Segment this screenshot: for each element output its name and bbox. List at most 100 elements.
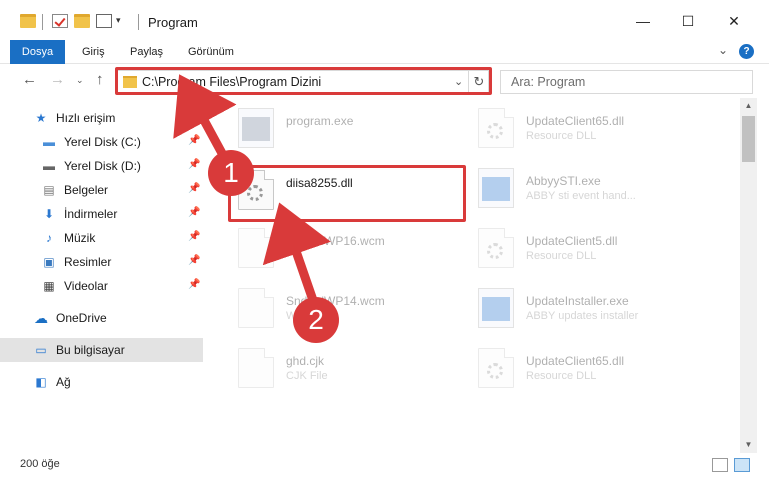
tab-share[interactable]: Paylaş: [120, 40, 173, 64]
step-badge-2: 2: [293, 297, 339, 343]
pin-icon[interactable]: 📌: [188, 231, 200, 242]
forward-arrow-icon[interactable]: →: [50, 71, 65, 88]
sidebar-item-label: Hızlı erişim: [56, 111, 116, 125]
file-item[interactable]: ghd.cjk CJK File: [238, 346, 468, 394]
step-badge-1: 1: [208, 150, 254, 196]
music-icon: ♪: [46, 231, 52, 245]
file-item[interactable]: UpdateClient65.dll Resource DLL: [478, 106, 708, 154]
status-bar: 200 öğe: [0, 453, 769, 477]
sidebar-item-label: İndirmeler: [64, 207, 118, 221]
document-file-icon: [238, 288, 274, 328]
sidebar-item-this-pc[interactable]: ▭ Bu bilgisayar: [0, 338, 203, 362]
sidebar-item-videos[interactable]: ▦ Videolar 📌: [0, 274, 203, 298]
pin-icon[interactable]: 📌: [188, 135, 200, 146]
folder-icon: [20, 14, 36, 28]
sidebar-item-downloads[interactable]: ⬇ İndirmeler 📌: [0, 202, 203, 226]
sidebar-item-onedrive[interactable]: ☁ OneDrive: [0, 306, 203, 330]
back-arrow-icon[interactable]: ←: [22, 71, 37, 88]
vertical-scrollbar[interactable]: ▲ ▼: [740, 98, 757, 453]
expand-ribbon-icon[interactable]: ⌄: [718, 43, 728, 57]
help-icon[interactable]: ?: [739, 44, 754, 59]
properties-check-icon[interactable]: [52, 14, 68, 28]
tab-view[interactable]: Görünüm: [178, 40, 244, 64]
search-input[interactable]: Ara: Program: [511, 75, 585, 89]
navigation-pane: ★ Hızlı erişim ▬ Yerel Disk (C:) 📌 ▬ Yer…: [0, 98, 210, 453]
pin-icon[interactable]: 📌: [188, 279, 200, 290]
computer-icon: ▭: [35, 343, 47, 357]
sidebar-item-disk-d[interactable]: ▬ Yerel Disk (D:) 📌: [0, 154, 203, 178]
scroll-thumb[interactable]: [742, 116, 755, 162]
star-icon: ★: [35, 111, 47, 125]
ribbon-tabs: Dosya Giriş Paylaş Görünüm ⌄ ?: [0, 40, 769, 64]
sidebar-item-label: Yerel Disk (C:): [64, 135, 141, 149]
file-item[interactable]: SndVolWP14.wcm WCM: [238, 286, 468, 334]
sidebar-item-network[interactable]: ◧ Ağ: [0, 370, 203, 394]
file-name: SndVolWP16.wcm: [286, 234, 385, 248]
sidebar-item-documents[interactable]: ▤ Belgeler 📌: [0, 178, 203, 202]
document-file-icon: [238, 348, 274, 388]
address-bar-highlight: [115, 67, 492, 95]
file-item[interactable]: program.exe: [238, 106, 468, 154]
document-file-icon: [238, 228, 274, 268]
sidebar-item-quick-access[interactable]: ★ Hızlı erişim: [0, 106, 203, 130]
title-bar: ▾ Program — ☐ ✕: [0, 0, 769, 40]
file-item[interactable]: AbbyySTI.exe ABBY sti event hand...: [478, 166, 708, 214]
file-item[interactable]: UpdateInstaller.exe ABBY updates install…: [478, 286, 708, 334]
sidebar-item-label: Belgeler: [64, 183, 109, 197]
sidebar-item-label: OneDrive: [56, 311, 107, 325]
file-name: UpdateClient65.dll: [526, 114, 625, 128]
file-list: program.exe diisa8255.dll SndVolWP16.wcm…: [210, 98, 740, 453]
file-type: CJK File: [286, 370, 328, 382]
large-icons-view-icon[interactable]: [734, 458, 750, 472]
sidebar-item-label: Müzik: [64, 231, 96, 245]
scroll-up-arrow-icon[interactable]: ▲: [740, 98, 757, 114]
maximize-button[interactable]: ☐: [665, 6, 711, 36]
exe-file-icon: [478, 288, 514, 328]
minimize-button[interactable]: —: [620, 6, 666, 36]
file-name: UpdateClient65.dll: [526, 354, 625, 368]
new-folder-icon[interactable]: [74, 14, 90, 28]
file-item[interactable]: SndVolWP16.wcm: [238, 226, 468, 274]
download-icon: ⬇: [43, 207, 55, 221]
sidebar-item-pictures[interactable]: ▣ Resimler 📌: [0, 250, 203, 274]
cloud-icon: ☁: [34, 310, 48, 326]
dll-file-icon: [478, 228, 514, 268]
file-name: ghd.cjk: [286, 354, 325, 368]
pin-icon[interactable]: 📌: [188, 207, 200, 218]
sidebar-item-label: Ağ: [56, 375, 71, 389]
sidebar-item-music[interactable]: ♪ Müzik 📌: [0, 226, 203, 250]
file-type: Resource DLL: [526, 370, 597, 382]
customize-toolbar-icon[interactable]: [96, 14, 112, 28]
file-type: Resource DLL: [526, 250, 597, 262]
chevron-down-icon[interactable]: ▾: [116, 15, 121, 26]
file-highlight: [228, 165, 466, 222]
quick-access-separator: [42, 14, 43, 30]
details-view-icon[interactable]: [712, 458, 728, 472]
pin-icon[interactable]: 📌: [188, 183, 200, 194]
file-name: UpdateClient5.dll: [526, 234, 618, 248]
sidebar-item-label: Bu bilgisayar: [56, 343, 125, 357]
network-icon: ◧: [35, 375, 47, 389]
exe-file-icon: [238, 108, 274, 148]
close-button[interactable]: ✕: [711, 6, 757, 36]
tab-home[interactable]: Giriş: [72, 40, 115, 64]
dll-file-icon: [478, 348, 514, 388]
gear-icon: [487, 123, 503, 139]
documents-icon: ▤: [43, 183, 55, 197]
recent-locations-chevron-icon[interactable]: ⌄: [76, 75, 84, 86]
search-box[interactable]: Ara: Program: [500, 70, 753, 94]
sidebar-item-disk-c[interactable]: ▬ Yerel Disk (C:) 📌: [0, 130, 203, 154]
file-name: UpdateInstaller.exe: [526, 294, 629, 308]
file-type: Resource DLL: [526, 130, 597, 142]
scroll-down-arrow-icon[interactable]: ▼: [740, 437, 757, 453]
sidebar-item-label: Resimler: [64, 255, 112, 269]
pictures-icon: ▣: [43, 255, 55, 269]
sidebar-item-label: Videolar: [64, 279, 108, 293]
file-item[interactable]: UpdateClient65.dll Resource DLL: [478, 346, 708, 394]
up-arrow-icon[interactable]: ↑: [96, 71, 104, 88]
pin-icon[interactable]: 📌: [188, 255, 200, 266]
tab-file[interactable]: Dosya: [10, 40, 65, 64]
file-type: ABBY sti event hand...: [526, 190, 636, 202]
file-item[interactable]: UpdateClient5.dll Resource DLL: [478, 226, 708, 274]
pin-icon[interactable]: 📌: [188, 159, 200, 170]
